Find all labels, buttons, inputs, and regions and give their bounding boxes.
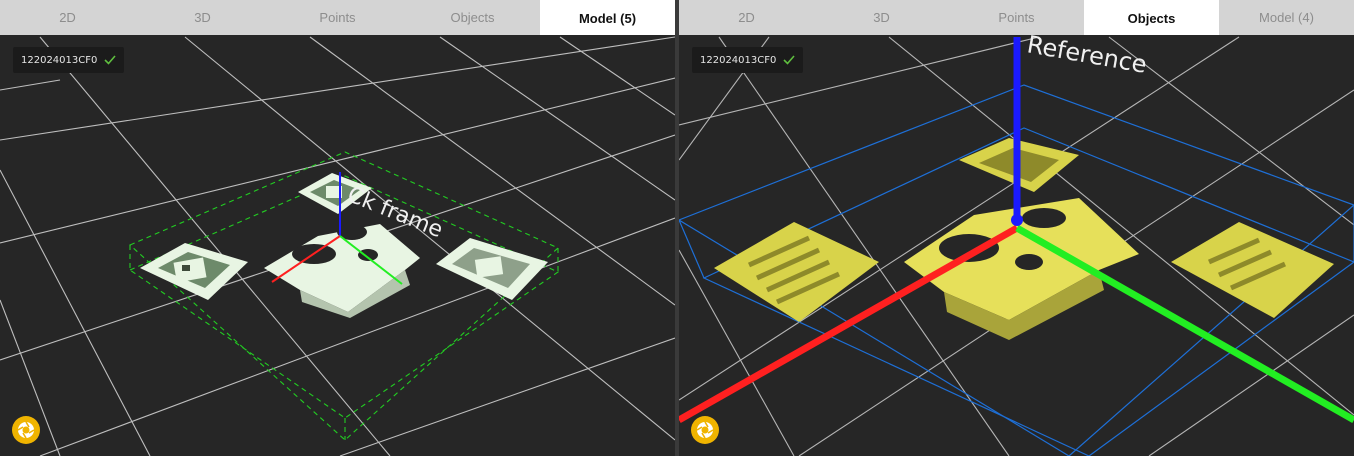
left-tab-3d[interactable]: 3D [135,0,270,35]
capture-button[interactable] [691,416,719,444]
right-tab-2d[interactable]: 2D [679,0,814,35]
left-tab-model[interactable]: Model (5) [540,0,675,35]
reference-label: Reference [1025,35,1149,79]
marker-left [140,243,248,300]
origin-point [1011,214,1023,226]
left-3d-viewport[interactable]: Ck frame [0,35,675,456]
object-right [1171,222,1334,318]
right-scene-svg: Reference [679,35,1354,456]
device-serial: 122024013CF0 [700,54,777,66]
shutter-icon [696,421,714,439]
capture-button[interactable] [12,416,40,444]
left-tab-points[interactable]: Points [270,0,405,35]
check-icon [783,55,795,65]
right-viewer-panel: 2D 3D Points Objects Model (4) Reference… [679,0,1354,456]
right-3d-viewport[interactable]: Reference [679,35,1354,456]
device-status-badge: 122024013CF0 [13,47,125,73]
left-view-tabs: 2D 3D Points Objects Model (5) [0,0,675,35]
device-serial: 122024013CF0 [21,54,98,66]
left-viewer-panel: 2D 3D Points Objects Model (5) Ck frame … [0,0,675,456]
marker-right [436,238,548,300]
device-status-badge: 122024013CF0 [692,47,804,73]
right-tab-points[interactable]: Points [949,0,1084,35]
check-icon [104,55,116,65]
right-tab-objects[interactable]: Objects [1084,0,1219,35]
right-tab-model[interactable]: Model (4) [1219,0,1354,35]
shutter-icon [17,421,35,439]
right-tab-3d[interactable]: 3D [814,0,949,35]
left-tab-objects[interactable]: Objects [405,0,540,35]
left-tab-2d[interactable]: 2D [0,0,135,35]
right-view-tabs: 2D 3D Points Objects Model (4) [679,0,1354,35]
object-left [714,222,879,322]
left-scene-svg: Ck frame [0,36,675,456]
